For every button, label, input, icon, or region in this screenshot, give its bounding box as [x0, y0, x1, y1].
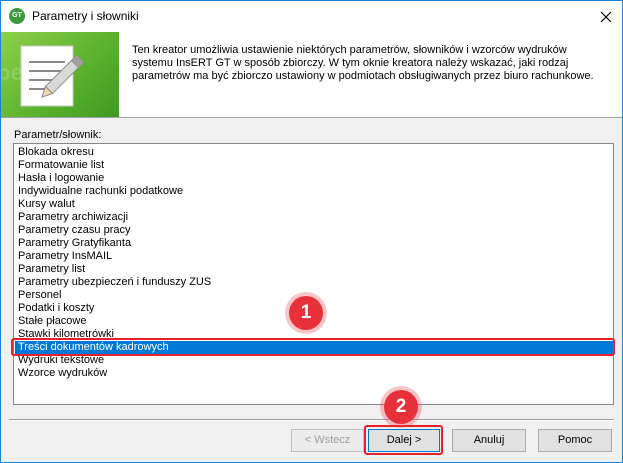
list-item[interactable]: Parametry czasu pracy: [17, 224, 130, 237]
cancel-button[interactable]: Anuluj: [452, 429, 526, 452]
app-logo-icon: GT: [9, 8, 25, 24]
header-banner-image: per: [1, 32, 119, 117]
wizard-window: GT Parametry i słowniki per: [0, 0, 623, 463]
list-item[interactable]: Hasła i logowanie: [17, 172, 104, 185]
list-item[interactable]: Personel: [17, 289, 61, 302]
list-item[interactable]: Parametry Gratyfikanta: [17, 237, 131, 250]
header-description: Ten kreator umożliwia ustawienie niektór…: [132, 44, 594, 82]
list-item[interactable]: Indywidualne rachunki podatkowe: [17, 185, 183, 198]
close-button[interactable]: [590, 1, 622, 32]
list-item[interactable]: Kursy walut: [17, 198, 75, 211]
list-item[interactable]: Wzorce wydruków: [17, 367, 107, 380]
list-item[interactable]: Stałe płacowe: [17, 315, 87, 328]
step-1-marker: 1: [289, 296, 323, 330]
step-2-marker: 2: [384, 390, 418, 424]
selection-highlight-annotation: [11, 338, 615, 356]
list-item[interactable]: Blokada okresu: [17, 146, 94, 159]
list-item[interactable]: Formatowanie list: [17, 159, 104, 172]
button-separator: [9, 419, 614, 421]
next-button-annotation: [364, 425, 443, 455]
close-icon: [600, 11, 612, 23]
list-label: Parametr/słownik:: [14, 129, 102, 141]
parameter-listbox[interactable]: Blokada okresu Formatowanie list Hasła i…: [13, 143, 614, 405]
list-item[interactable]: Parametry archiwizacji: [17, 211, 128, 224]
help-button[interactable]: Pomoc: [538, 429, 612, 452]
window-title: Parametry i słowniki: [32, 9, 139, 23]
list-item[interactable]: Parametry InsMAIL: [17, 250, 112, 263]
wizard-header: per Ten kreator umożliwia ustawienie nie…: [1, 32, 622, 118]
list-item[interactable]: Parametry ubezpieczeń i funduszy ZUS: [17, 276, 211, 289]
edit-document-icon: per: [1, 45, 85, 107]
title-bar: GT Parametry i słowniki: [1, 1, 622, 32]
list-item[interactable]: Parametry list: [17, 263, 85, 276]
back-button[interactable]: < Wstecz: [291, 429, 364, 452]
list-item[interactable]: Podatki i koszty: [17, 302, 94, 315]
